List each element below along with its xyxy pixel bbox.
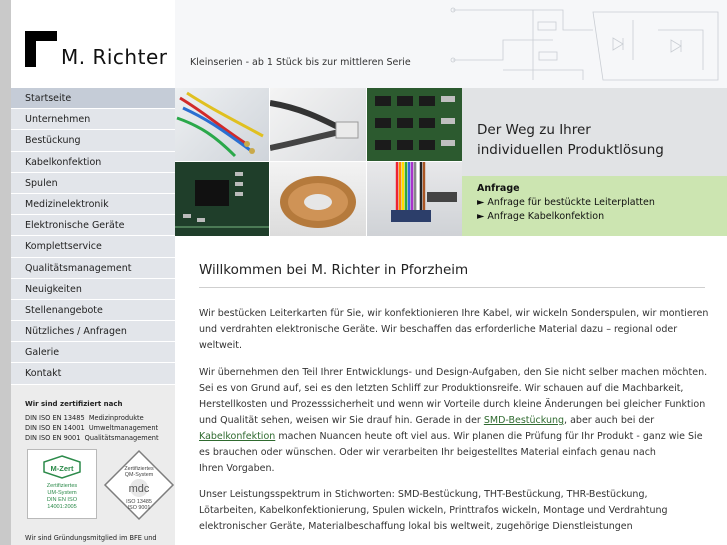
nav-item-kontakt[interactable]: Kontakt	[11, 363, 175, 385]
title-divider	[199, 287, 705, 288]
text-line: Ihren Vorgaben.	[199, 463, 275, 474]
page: M. Richter Startseite Unternehmen Bestüc…	[11, 0, 727, 545]
text-line: Unser Leistungsspektrum in Stichworten: …	[199, 489, 648, 500]
text-line: Wir bestücken Leiterkarten für Sie, wir …	[199, 308, 709, 319]
brand-name: M. Richter	[61, 45, 168, 69]
cert-standard: DIN ISO EN 14001	[25, 424, 85, 432]
logo[interactable]: M. Richter	[11, 0, 175, 88]
nav-item-komplettservice[interactable]: Komplettservice	[11, 236, 175, 258]
text-line: Kabelkonfektion machen Nuancen heute oft…	[199, 429, 719, 445]
text-segment: und Qualität sehen, weisen wir Sie drauf…	[199, 415, 484, 426]
svg-text:UM-System: UM-System	[47, 490, 77, 496]
nav-item-neuigkeiten[interactable]: Neuigkeiten	[11, 278, 175, 300]
cert-standard: DIN ISO EN 13485	[25, 414, 85, 422]
svg-text:14001:2005: 14001:2005	[47, 504, 77, 510]
nav-item-nuetzliches-anfragen[interactable]: Nützliches / Anfragen	[11, 321, 175, 343]
mdc-certificate-badge[interactable]: Zertifiziertes QM-System mdc ISO 13485 I…	[103, 449, 175, 521]
text-line: Lötarbeiten, Kabelkonfektionierung, Spul…	[199, 505, 668, 516]
nav-item-stellenangebote[interactable]: Stellenangebote	[11, 299, 175, 322]
nav-item-unternehmen[interactable]: Unternehmen	[11, 109, 175, 131]
svg-text:DIN EN ISO: DIN EN ISO	[47, 497, 78, 503]
mzert-brand: M-Zert	[51, 464, 74, 473]
main-content: Willkommen bei M. Richter in Pforzheim W…	[175, 236, 727, 545]
kabelkonfektion-link[interactable]: Kabelkonfektion	[199, 431, 275, 442]
mzert-certificate-badge[interactable]: M-Zert Zertifiziertes UM-System DIN EN I…	[27, 449, 97, 519]
cert-line: DIN ISO EN 13485 Medizinprodukte	[25, 414, 144, 422]
text-line: Sei es von Grund auf, sei es den letzten…	[199, 383, 684, 394]
page-title: Willkommen bei M. Richter in Pforzheim	[199, 262, 469, 278]
nav-item-elektronische-geraete[interactable]: Elektronische Geräte	[11, 215, 175, 237]
cert-standard: DIN ISO EN 9001	[25, 434, 81, 442]
svg-text:QM-System: QM-System	[125, 472, 154, 478]
nav-item-galerie[interactable]: Galerie	[11, 342, 175, 364]
cert-description: Medizinprodukte	[88, 414, 144, 422]
ribbon-cable-photo	[367, 162, 462, 236]
cable-connector-photo	[270, 88, 366, 161]
certification-title: Wir sind zertifiziert nach	[25, 400, 123, 408]
coil-photo	[270, 162, 366, 236]
tagline: Kleinserien - ab 1 Stück bis zur mittler…	[190, 57, 411, 68]
cert-line: DIN ISO EN 9001 Qualitätsmanagement	[25, 434, 159, 442]
sidebar: M. Richter Startseite Unternehmen Bestüc…	[11, 0, 175, 545]
cert-line: DIN ISO EN 14001 Umweltmanagement	[25, 424, 158, 432]
nav-item-qualitaetsmanagement[interactable]: Qualitätsmanagement	[11, 257, 175, 279]
inquiry-title: Anfrage	[477, 183, 520, 194]
svg-text:Zertifiziertes: Zertifiziertes	[47, 483, 78, 489]
smd-bestueckung-link[interactable]: SMD-Bestückung	[484, 415, 564, 426]
inquiry-pcb-link[interactable]: ► Anfrage für bestückte Leiterplatten	[477, 197, 655, 208]
smd-board-photo	[175, 162, 269, 236]
header: Kleinserien - ab 1 Stück bis zur mittler…	[175, 0, 727, 88]
text-line: und Qualität sehen, weisen wir Sie drauf…	[199, 413, 719, 429]
promo-subheadline: individuellen Produktlösung	[477, 142, 664, 158]
services-paragraph: Unser Leistungsspektrum in Stichworten: …	[199, 487, 719, 535]
text-line: und verdrahten elektronische Geräte. Wir…	[199, 324, 678, 335]
circuit-diagram-decoration	[450, 7, 719, 81]
intro-paragraph: Wir bestücken Leiterkarten für Sie, wir …	[199, 306, 719, 354]
cert-description: Qualitätsmanagement	[84, 434, 159, 442]
nav-item-medizinelektronik[interactable]: Medizinelektronik	[11, 193, 175, 216]
cert-description: Umweltmanagement	[88, 424, 159, 432]
pcb-photo	[367, 88, 462, 161]
development-paragraph: Wir übernehmen den Teil Ihrer Entwicklun…	[199, 365, 719, 477]
text-segment: machen Nuancen heute oft viel aus. Wir p…	[275, 431, 703, 442]
inquiry-box: Anfrage ► Anfrage für bestückte Leiterpl…	[462, 176, 727, 236]
wires-photo	[175, 88, 269, 161]
logo-mark-icon	[25, 31, 57, 67]
text-segment: , aber auch bei der	[564, 415, 655, 426]
inquiry-cable-link[interactable]: ► Anfrage Kabelkonfektion	[477, 211, 604, 222]
text-line: weltweit.	[199, 340, 242, 351]
text-line: es brauchen oder wünschen. Oder wir vera…	[199, 447, 656, 458]
promo-headline: Der Weg zu Ihrer	[477, 122, 591, 138]
svg-text:ISO 9001: ISO 9001	[128, 505, 151, 511]
product-photo-collage	[175, 88, 462, 236]
mdc-brand: mdc	[129, 483, 150, 495]
nav-item-bestueckung[interactable]: Bestückung	[11, 130, 175, 152]
promo-banner: Der Weg zu Ihrer individuellen Produktlö…	[462, 88, 727, 176]
membership-note: Wir sind Gründungsmitglied im BFE und	[25, 534, 157, 542]
text-line: Herstellkosten und Prozesssicherheit und…	[199, 399, 706, 410]
main-navigation: Startseite Unternehmen Bestückung Kabelk…	[11, 88, 175, 385]
text-line: elektronischer Geräte, Materialbeschaffu…	[199, 521, 633, 532]
nav-item-startseite[interactable]: Startseite	[11, 88, 175, 110]
nav-item-spulen[interactable]: Spulen	[11, 172, 175, 194]
nav-item-kabelkonfektion[interactable]: Kabelkonfektion	[11, 151, 175, 173]
text-line: Wir übernehmen den Teil Ihrer Entwicklun…	[199, 367, 708, 378]
